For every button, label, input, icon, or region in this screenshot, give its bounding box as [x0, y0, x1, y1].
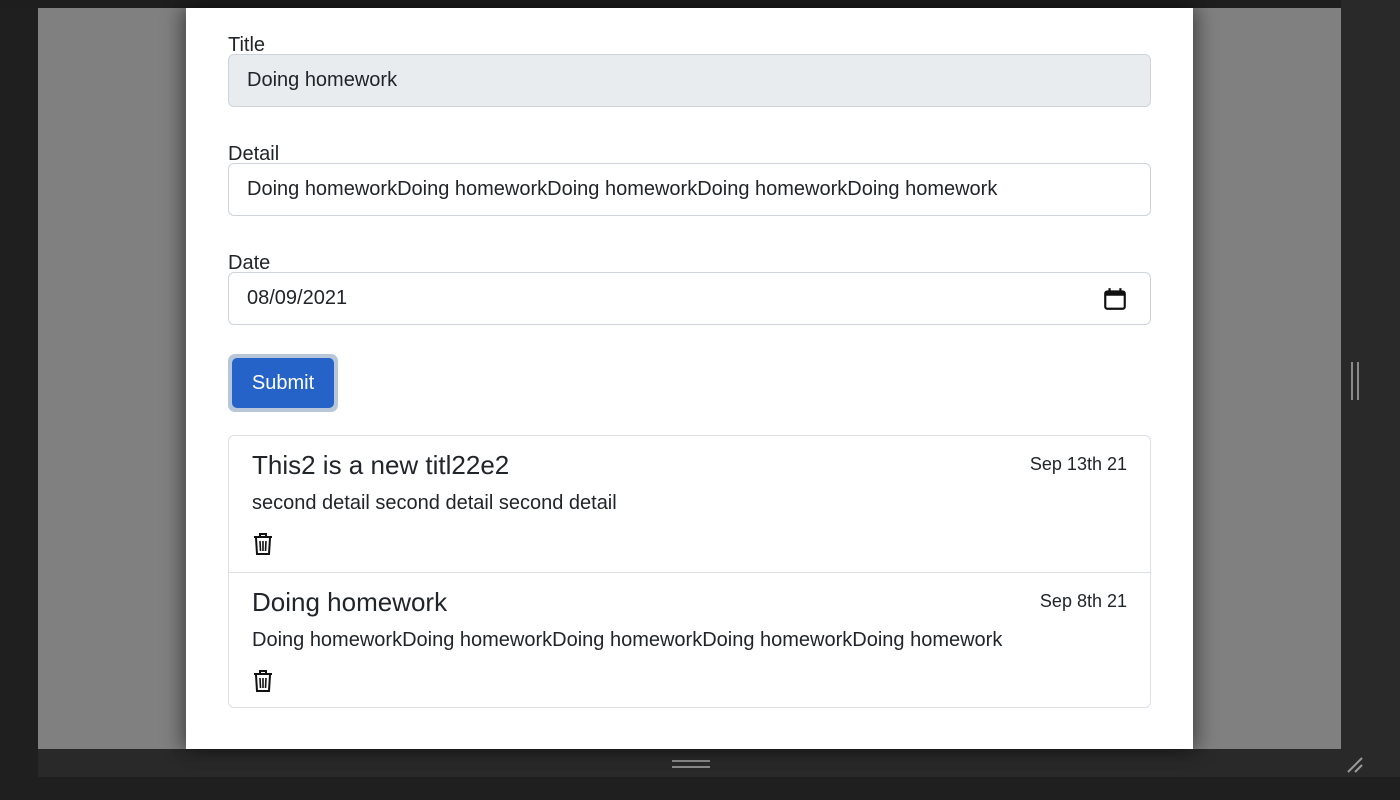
todo-date: Sep 13th 21: [1029, 454, 1127, 474]
submit-button[interactable]: Submit: [232, 358, 334, 408]
submit-button-focus-ring: Submit: [228, 354, 338, 412]
devtools-left-bar: [0, 0, 38, 800]
resize-corner-icon[interactable]: [1344, 754, 1366, 776]
detail-input[interactable]: [228, 163, 1151, 216]
resize-handle-right[interactable]: [1351, 362, 1359, 400]
title-input[interactable]: [228, 54, 1151, 107]
todo-title: This2 is a new titl22e2: [252, 450, 510, 480]
date-input[interactable]: 08/09/2021: [228, 272, 1151, 325]
todo-title: Doing homework: [252, 587, 448, 617]
resize-handle-bottom[interactable]: [672, 760, 710, 768]
todo-item: Doing homework Sep 8th 21 Doing homework…: [229, 572, 1150, 708]
app-page: Title Detail Date 08/09/2021 Submit This…: [186, 8, 1193, 749]
trash-icon[interactable]: [252, 532, 274, 556]
devtools-top-bar: [0, 0, 1400, 8]
todo-date: Sep 8th 21: [1039, 591, 1127, 611]
calendar-icon[interactable]: [1102, 286, 1128, 312]
todo-list: This2 is a new titl22e2 Sep 13th 21 seco…: [228, 435, 1151, 708]
trash-icon[interactable]: [252, 669, 274, 693]
todo-detail: Doing homeworkDoing homeworkDoing homewo…: [252, 629, 1003, 651]
todo-detail: second detail second detail second detai…: [252, 492, 617, 514]
devtools-right-bar: [1341, 0, 1400, 800]
todo-item: This2 is a new titl22e2 Sep 13th 21 seco…: [229, 436, 1150, 572]
devtools-bottom-strip: [0, 777, 1400, 800]
date-value: 08/09/2021: [247, 287, 348, 309]
